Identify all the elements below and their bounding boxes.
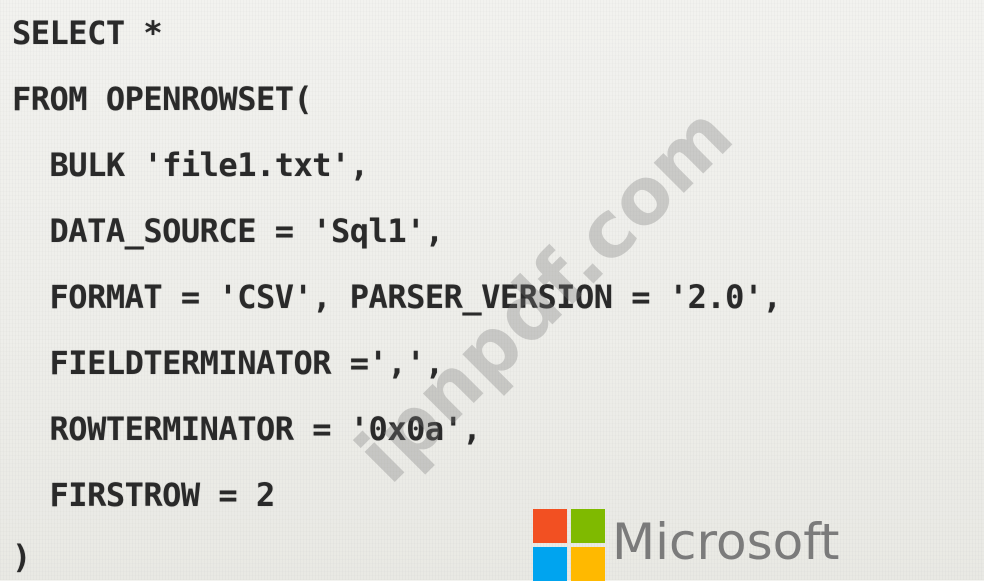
logo-square-blue <box>533 547 567 581</box>
logo-square-red <box>533 509 567 543</box>
code-line-fieldterminator: FIELDTERMINATOR =',', <box>12 344 445 382</box>
code-line-format: FORMAT = 'CSV', PARSER_VERSION = '2.0', <box>12 278 782 316</box>
code-line-bulk: BULK 'file1.txt', <box>12 146 370 184</box>
code-line-firstrow: FIRSTROW = 2 <box>12 476 276 514</box>
logo-square-yellow <box>571 547 605 581</box>
code-line-select: SELECT * <box>12 14 163 52</box>
code-line-from: FROM OPENROWSET( <box>12 80 313 118</box>
logo-square-green <box>571 509 605 543</box>
code-line-data-source: DATA_SOURCE = 'Sql1', <box>12 212 445 250</box>
microsoft-logo-text: Microsoft <box>612 513 840 571</box>
code-line-close-paren: ) <box>12 538 31 576</box>
sql-code-block: SELECT * FROM OPENROWSET( BULK 'file1.tx… <box>0 0 984 580</box>
microsoft-logo-icon <box>533 509 605 581</box>
code-line-rowterminator: ROWTERMINATOR = '0x0a', <box>12 410 482 448</box>
